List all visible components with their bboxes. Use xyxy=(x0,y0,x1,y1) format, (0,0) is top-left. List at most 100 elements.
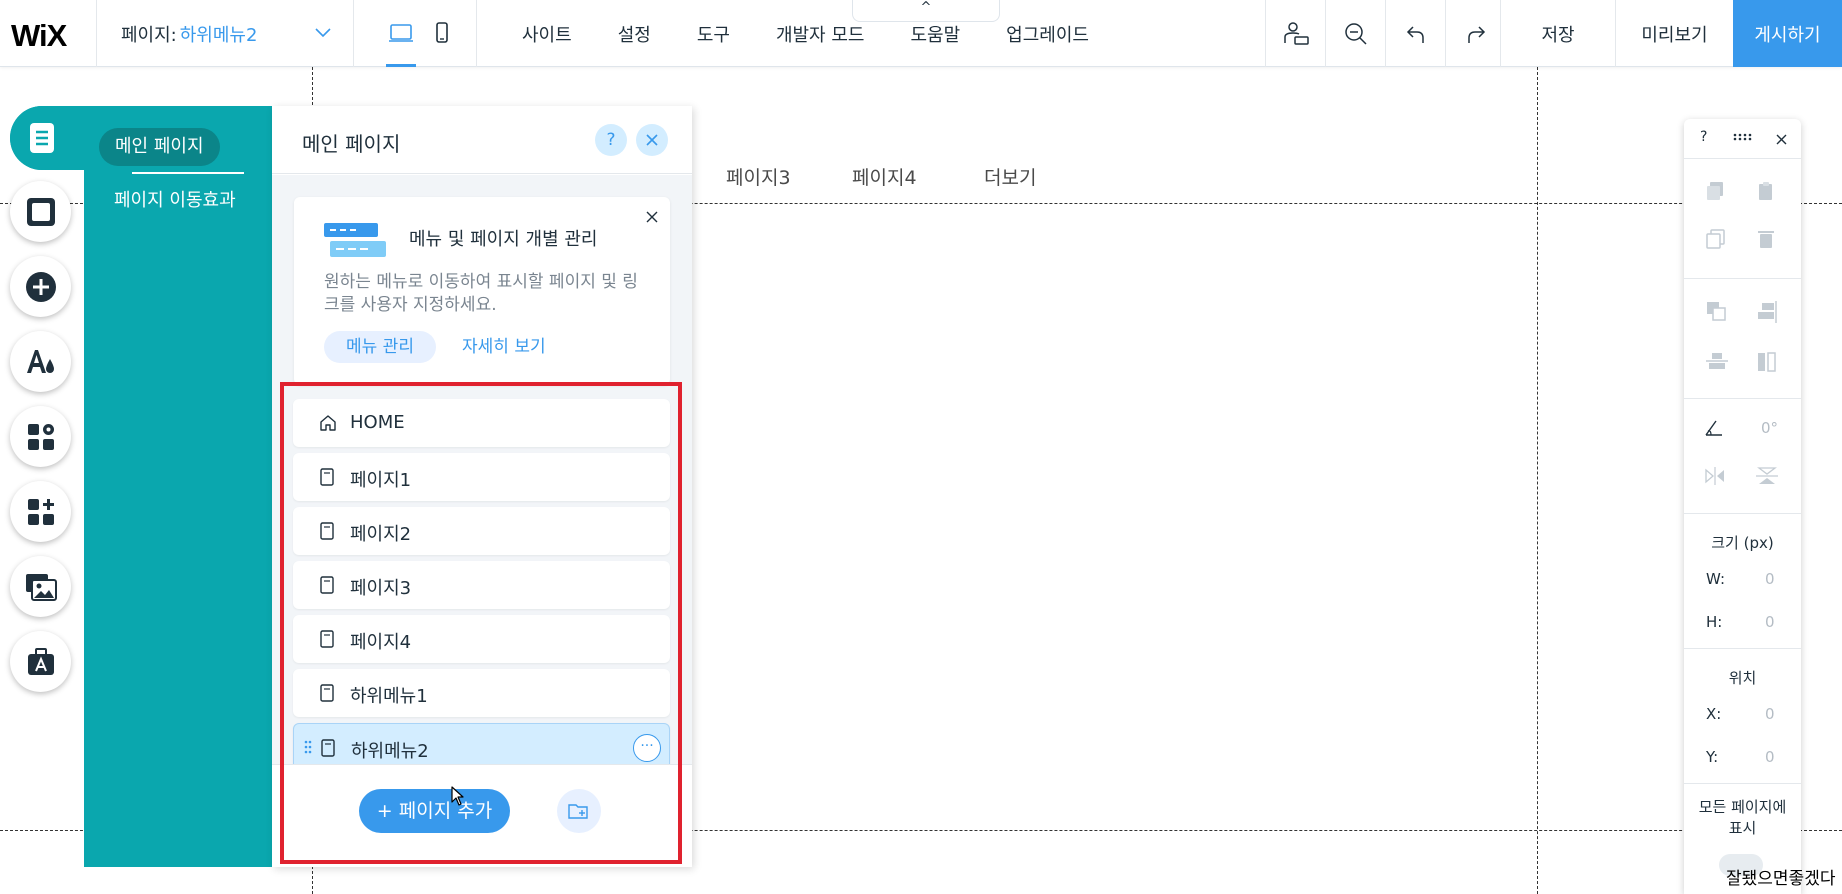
manage-menu-button[interactable]: 메뉴 관리 xyxy=(324,331,436,363)
distribute-icon[interactable] xyxy=(1706,351,1728,373)
redo-button[interactable] xyxy=(1445,0,1505,67)
help-button[interactable]: ? xyxy=(595,124,627,156)
page-more-actions-button[interactable]: ··· xyxy=(633,734,661,762)
close-icon[interactable] xyxy=(1776,134,1787,145)
flip-horizontal-icon[interactable] xyxy=(1704,467,1726,485)
menu-help[interactable]: 도움말 xyxy=(910,21,960,47)
rotate-angle-icon[interactable] xyxy=(1704,419,1724,437)
page-selector-dropdown[interactable]: 페이지: 하위메뉴2 xyxy=(96,0,354,67)
zoom-button[interactable] xyxy=(1325,0,1385,67)
page-row-page2[interactable]: 페이지2 xyxy=(293,507,670,555)
tab-page-transitions[interactable]: 페이지 이동효과 xyxy=(114,186,236,212)
canvas-guide-right xyxy=(1537,67,1538,894)
app-market-button[interactable] xyxy=(10,481,71,542)
page-row-page4[interactable]: 페이지4 xyxy=(293,615,670,663)
menu-dev-mode[interactable]: 개발자 모드 xyxy=(776,21,865,47)
inspector-edit-section xyxy=(1684,159,1801,279)
height-input[interactable]: 0 xyxy=(1765,613,1775,631)
width-input[interactable]: 0 xyxy=(1765,570,1775,588)
page-label: 페이지2 xyxy=(350,524,412,545)
menu-settings[interactable]: 설정 xyxy=(618,21,651,47)
desktop-icon xyxy=(386,22,416,44)
save-button[interactable]: 저장 xyxy=(1500,0,1615,67)
inspector-header: ? xyxy=(1684,119,1801,159)
y-input[interactable]: 0 xyxy=(1765,748,1775,766)
inspector-help-button[interactable]: ? xyxy=(1700,129,1707,145)
copy-icon[interactable] xyxy=(1706,181,1726,201)
mobile-view-button[interactable] xyxy=(434,22,450,44)
card-title: 메뉴 및 페이지 개별 관리 xyxy=(409,229,598,250)
preview-button[interactable]: 미리보기 xyxy=(1615,0,1733,67)
page-icon xyxy=(319,630,335,648)
page-selector-label: 페이지: xyxy=(121,24,177,46)
inspector-rotate-section: 0° xyxy=(1684,399,1801,514)
publish-button[interactable]: 게시하기 xyxy=(1733,0,1842,67)
menu-management-card: 메뉴 및 페이지 개별 관리 원하는 메뉴로 이동하여 표시할 페이지 및 링크… xyxy=(294,197,670,385)
page-icon xyxy=(320,739,336,757)
collapse-topbar-button[interactable]: ^ xyxy=(852,0,1000,22)
business-button[interactable] xyxy=(10,631,71,692)
show-on-all-pages-label: 모든 페이지에 표시 xyxy=(1698,798,1787,837)
height-label: H: xyxy=(1706,613,1723,631)
menu-tools[interactable]: 도구 xyxy=(697,21,730,47)
inspector-arrange-section xyxy=(1684,279,1801,399)
learn-more-link[interactable]: 자세히 보기 xyxy=(462,331,546,363)
overlay-caption: 잘됐으면좋겠다 xyxy=(1726,869,1836,889)
arrange-icon[interactable] xyxy=(1706,301,1728,323)
menu-upgrade[interactable]: 업그레이드 xyxy=(1006,21,1089,47)
pages-panel: 메인 페이지 ? 메뉴 및 페이지 개별 관리 원하는 메뉴로 이동하여 표시할… xyxy=(272,106,692,867)
page-selector-value: 하위메뉴2 xyxy=(179,24,258,46)
x-input[interactable]: 0 xyxy=(1765,705,1775,723)
page-row-page3[interactable]: 페이지3 xyxy=(293,561,670,609)
undo-icon xyxy=(1405,23,1427,45)
drag-handle-icon[interactable] xyxy=(304,740,312,754)
tab-divider xyxy=(132,172,244,174)
background-icon xyxy=(26,197,56,227)
add-folder-button[interactable] xyxy=(557,789,601,833)
page-row-submenu1[interactable]: 하위메뉴1 xyxy=(293,669,670,717)
accessibility-icon xyxy=(1282,21,1310,47)
briefcase-icon xyxy=(26,647,56,677)
site-menu-item-more[interactable]: 더보기 xyxy=(984,163,1036,190)
close-panel-button[interactable] xyxy=(636,124,668,156)
site-menu-item-page4[interactable]: 페이지4 xyxy=(852,163,917,190)
pages-panel-footer: + 페이지 추가 xyxy=(272,764,692,867)
undo-button[interactable] xyxy=(1385,0,1445,67)
chevron-down-icon xyxy=(315,28,331,38)
duplicate-icon[interactable] xyxy=(1706,229,1726,249)
active-device-indicator xyxy=(386,64,416,67)
rotation-value[interactable]: 0° xyxy=(1761,419,1778,437)
add-folder-icon xyxy=(568,802,590,820)
x-label: X: xyxy=(1706,705,1722,723)
match-size-icon[interactable] xyxy=(1756,351,1778,373)
media-icon xyxy=(25,573,57,601)
page-label: 페이지1 xyxy=(350,470,412,491)
inspector-position-section: 위치 X: 0 Y: 0 xyxy=(1684,649,1801,784)
media-button[interactable] xyxy=(10,556,71,617)
drag-dots-icon[interactable] xyxy=(1733,133,1753,141)
menu-site[interactable]: 사이트 xyxy=(522,21,572,47)
paste-icon[interactable] xyxy=(1756,181,1776,201)
page-icon xyxy=(319,468,335,486)
site-design-button[interactable] xyxy=(10,331,71,392)
page-icon xyxy=(319,576,335,594)
page-row-page1[interactable]: 페이지1 xyxy=(293,453,670,501)
flip-vertical-icon[interactable] xyxy=(1756,467,1778,485)
delete-icon[interactable] xyxy=(1756,229,1776,249)
align-icon[interactable] xyxy=(1756,301,1778,323)
accessibility-button[interactable] xyxy=(1265,0,1325,67)
close-icon xyxy=(646,134,658,146)
site-menu-item-page3[interactable]: 페이지3 xyxy=(726,163,791,190)
background-button[interactable] xyxy=(10,181,71,242)
desktop-view-button[interactable] xyxy=(386,22,416,67)
dismiss-card-button[interactable] xyxy=(646,211,658,223)
page-label: 하위메뉴2 xyxy=(351,741,429,762)
card-description: 원하는 메뉴로 이동하여 표시할 페이지 및 링크를 사용자 지정하세요. xyxy=(324,272,638,315)
tab-main-pages[interactable]: 메인 페이지 xyxy=(99,128,220,166)
add-page-button[interactable]: + 페이지 추가 xyxy=(359,789,510,833)
pages-menu-button[interactable] xyxy=(10,106,74,170)
page-row-home[interactable]: HOME xyxy=(293,399,670,447)
add-apps-icon xyxy=(26,497,56,527)
apps-button[interactable] xyxy=(10,406,71,467)
add-elements-button[interactable] xyxy=(10,256,71,317)
